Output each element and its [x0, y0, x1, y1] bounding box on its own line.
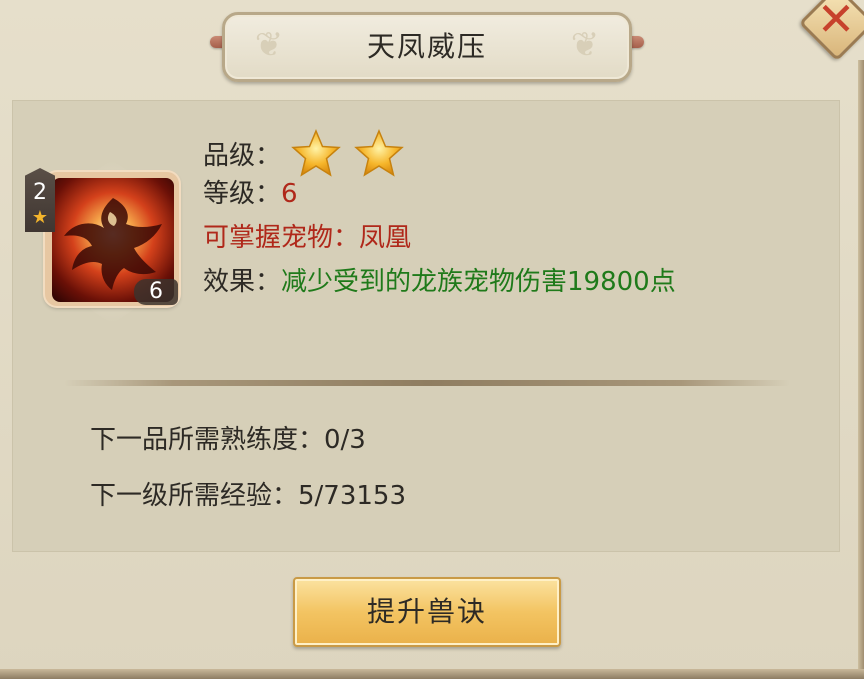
gold-star-icon	[354, 129, 404, 177]
close-button[interactable]: ✕	[798, 0, 864, 62]
rank-number: 2	[33, 180, 47, 205]
pet-count-badge: 6	[134, 279, 178, 305]
frame-edge-right	[858, 60, 864, 679]
next-level-requirement: 下一级所需经验：5/73153	[90, 481, 407, 511]
next-grade-requirement: 下一品所需熟练度：0/3	[90, 425, 366, 455]
pet-row: 可掌握宠物：凤凰	[203, 220, 411, 256]
divider	[64, 380, 790, 386]
upgrade-button[interactable]: 提升兽诀	[293, 577, 561, 647]
grade-stars	[290, 128, 411, 184]
pet-requirement: 可掌握宠物：凤凰	[203, 223, 412, 253]
close-x-icon: ✕	[816, 0, 856, 46]
level-row: 等级：6	[203, 176, 298, 212]
gold-star-icon	[291, 129, 341, 177]
level-value: 6	[281, 179, 298, 209]
effect-row: 效果：减少受到的龙族宠物伤害19800点	[203, 264, 676, 300]
effect-value: 减少受到的龙族宠物伤害19800点	[281, 267, 676, 297]
rank-star-icon: ★	[31, 207, 49, 228]
dialog-title: 天凤威压	[366, 30, 487, 63]
level-label: 等级：	[203, 179, 282, 209]
title-plaque: ❦ ❦ 天凤威压	[222, 12, 632, 82]
frame-edge-bottom	[0, 669, 864, 679]
effect-label: 效果：	[203, 267, 282, 297]
grade-label: 品级：	[203, 141, 282, 171]
